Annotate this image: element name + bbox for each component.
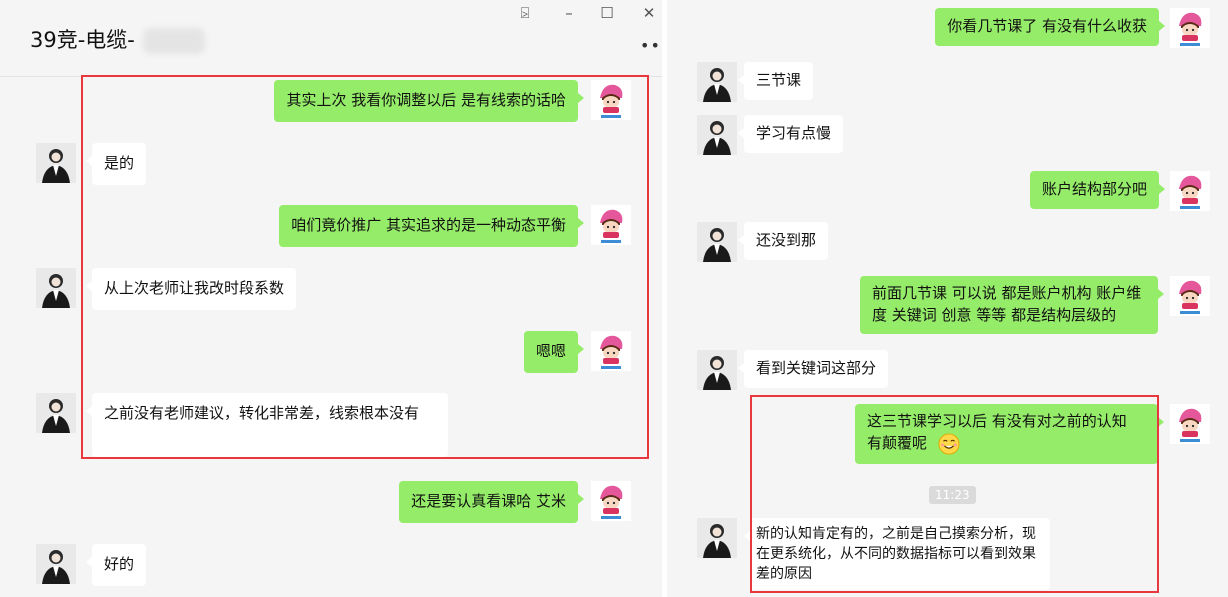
agent-avatar[interactable] xyxy=(1170,404,1210,444)
message-bubble-sent[interactable]: 账户结构部分吧 xyxy=(1029,171,1166,209)
message-bubble-received[interactable]: 好的 xyxy=(85,544,147,586)
pin-icon[interactable]: ⍄ xyxy=(515,4,535,22)
user-avatar[interactable] xyxy=(36,544,76,584)
message-bubble-received[interactable]: 还没到那 xyxy=(737,222,829,260)
maximize-icon[interactable]: ☐ xyxy=(597,4,617,22)
user-avatar[interactable] xyxy=(697,222,737,262)
chat-header: 39竞-电缆- ⍄ – ☐ ✕ ••• xyxy=(0,0,662,77)
message-bubble-sent[interactable]: 前面几节课 可以说 都是账户机构 账户维度 关键词 创意 等等 都是结构层级的 xyxy=(860,276,1164,334)
agent-avatar[interactable] xyxy=(1170,171,1210,211)
agent-avatar[interactable] xyxy=(1170,8,1210,48)
user-avatar[interactable] xyxy=(36,393,76,433)
chat-title: 39竞-电缆- xyxy=(30,28,135,52)
minimize-icon[interactable]: – xyxy=(559,4,579,22)
more-options-icon[interactable]: ••• xyxy=(640,36,662,55)
message-bubble-received[interactable]: 看到关键词这部分 xyxy=(737,350,889,388)
message-bubble-sent[interactable]: 你看几节课了 有没有什么收获 xyxy=(935,8,1165,46)
user-avatar[interactable] xyxy=(697,350,737,390)
user-avatar[interactable] xyxy=(36,268,76,308)
user-avatar[interactable] xyxy=(697,518,737,558)
chat-window-left: 39竞-电缆- ⍄ – ☐ ✕ ••• 其实上次 我看你调整以后 是有线索的话哈… xyxy=(0,0,662,597)
user-avatar[interactable] xyxy=(697,62,737,102)
chat-window-right: 你看几节课了 有没有什么收获 三节课 学习有点慢 账户结构部分吧 还没到那 前面… xyxy=(667,0,1228,597)
agent-avatar[interactable] xyxy=(1170,276,1210,316)
blurred-name xyxy=(143,28,205,54)
close-icon[interactable]: ✕ xyxy=(639,4,659,22)
message-bubble-received[interactable]: 学习有点慢 xyxy=(737,115,844,153)
highlight-box xyxy=(81,75,649,459)
user-avatar[interactable] xyxy=(36,143,76,183)
message-bubble-sent[interactable]: 还是要认真看课哈 艾米 xyxy=(399,481,584,523)
user-avatar[interactable] xyxy=(697,115,737,155)
message-bubble-received[interactable]: 三节课 xyxy=(737,62,814,100)
agent-avatar[interactable] xyxy=(591,481,631,521)
highlight-box xyxy=(750,395,1159,593)
